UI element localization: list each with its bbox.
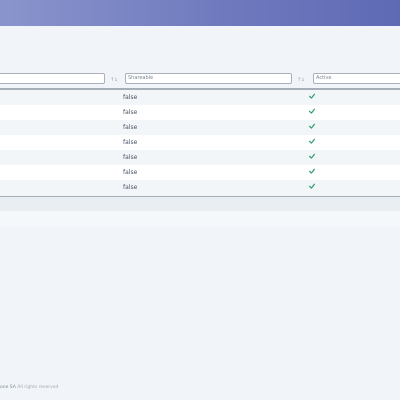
table-footer-band [0, 197, 400, 211]
footer-copyright: All rights reserved [15, 385, 59, 390]
shareable-cell: false [123, 184, 138, 191]
sort-arrows-icon[interactable]: ↑↓ [297, 77, 305, 83]
filter-input-left[interactable] [0, 73, 105, 84]
table-row[interactable]: false [0, 135, 400, 150]
active-filter-placeholder: Active [316, 75, 332, 81]
shareable-cell: false [123, 124, 138, 131]
shareable-cell: false [123, 94, 138, 101]
footer-brand: one SA [0, 385, 16, 390]
shareable-cell: false [123, 109, 138, 116]
checkmark-icon [309, 183, 315, 189]
checkmark-icon [309, 138, 315, 144]
checkmark-icon [309, 153, 315, 159]
checkmark-icon [309, 93, 315, 99]
active-filter-input[interactable]: Active [313, 73, 400, 84]
table-row[interactable]: false [0, 165, 400, 180]
table-footer-band-secondary [0, 211, 400, 227]
sort-arrows-icon[interactable]: ↑↓ [110, 77, 118, 83]
checkmark-icon [309, 123, 315, 129]
table-row[interactable]: false [0, 180, 400, 195]
page-footer: one SA All rights reserved [0, 385, 58, 390]
table-row[interactable]: false [0, 90, 400, 105]
shareable-filter-placeholder: Shareable [128, 75, 154, 81]
shareable-cell: false [123, 169, 138, 176]
table-row[interactable]: false [0, 120, 400, 135]
shareable-cell: false [123, 139, 138, 146]
shareable-filter-input[interactable]: Shareable [125, 73, 292, 84]
checkmark-icon [309, 108, 315, 114]
table-row[interactable]: false [0, 105, 400, 120]
shareable-cell: false [123, 154, 138, 161]
app-header-bar [0, 0, 400, 26]
checkmark-icon [309, 168, 315, 174]
table-row[interactable]: false [0, 150, 400, 165]
